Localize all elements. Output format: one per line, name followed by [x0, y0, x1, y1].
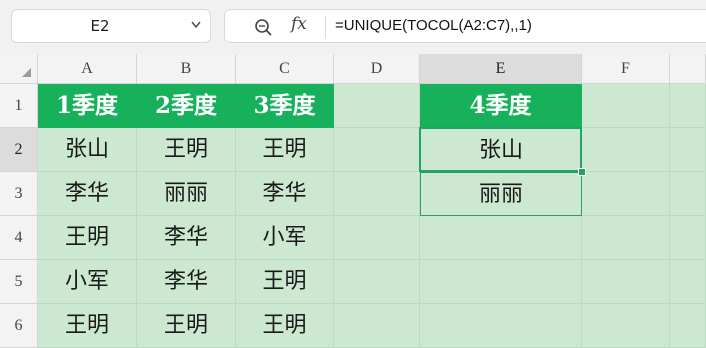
cell-c1[interactable]: 3季度: [236, 84, 334, 128]
cell-b6[interactable]: 王明: [137, 304, 236, 348]
cell-d1[interactable]: [334, 84, 420, 128]
cell-a4[interactable]: 王明: [38, 216, 137, 260]
cell-a6[interactable]: 王明: [38, 304, 137, 348]
column-header-e[interactable]: E: [420, 54, 582, 84]
name-box-cell-ref[interactable]: E2: [12, 10, 188, 42]
cell-f5[interactable]: [582, 260, 670, 304]
cell-b4[interactable]: 李华: [137, 216, 236, 260]
column-header-a[interactable]: A: [38, 54, 137, 84]
cell-c4[interactable]: 小军: [236, 216, 334, 260]
row-header-6[interactable]: 6: [0, 304, 38, 348]
formula-input-box[interactable]: fx =UNIQUE(TOCOL(A2:C7),,1): [224, 9, 706, 43]
cell-f1[interactable]: [582, 84, 670, 128]
fx-icon[interactable]: fx: [291, 14, 307, 34]
cell-e5[interactable]: [420, 260, 582, 304]
chevron-down-icon[interactable]: [190, 18, 202, 32]
cell-b2[interactable]: 王明: [137, 128, 236, 172]
cell-a3[interactable]: 李华: [38, 172, 137, 216]
cell-g4[interactable]: [670, 216, 706, 260]
cell-d6[interactable]: [334, 304, 420, 348]
cell-a5[interactable]: 小军: [38, 260, 137, 304]
cell-g3[interactable]: [670, 172, 706, 216]
cell-d2[interactable]: [334, 128, 420, 172]
cell-b1[interactable]: 2季度: [137, 84, 236, 128]
cell-f2[interactable]: [582, 128, 670, 172]
cell-e6[interactable]: [420, 304, 582, 348]
fill-handle[interactable]: [578, 168, 586, 176]
row-header-5[interactable]: 5: [0, 260, 38, 304]
cell-g1[interactable]: [670, 84, 706, 128]
cell-e4[interactable]: [420, 216, 582, 260]
row-header-4[interactable]: 4: [0, 216, 38, 260]
cell-a1[interactable]: 1季度: [38, 84, 137, 128]
cell-f6[interactable]: [582, 304, 670, 348]
formula-text[interactable]: =UNIQUE(TOCOL(A2:C7),,1): [335, 10, 532, 42]
spreadsheet-grid[interactable]: A B C D E F 1 2 3 4 5 6 1季度 2季度 3季度 4季度 张山 王明 王明 张山 李华 丽丽 李华 丽丽…: [0, 54, 706, 348]
formula-bar: E2 fx =UNIQUE(TOCOL(A2:C7),,1): [0, 0, 706, 54]
cell-e3[interactable]: 丽丽: [420, 172, 582, 216]
cell-a2[interactable]: 张山: [38, 128, 137, 172]
row-header-2[interactable]: 2: [0, 128, 38, 172]
column-header-d[interactable]: D: [334, 54, 420, 84]
cell-c5[interactable]: 王明: [236, 260, 334, 304]
cell-g2[interactable]: [670, 128, 706, 172]
cell-f3[interactable]: [582, 172, 670, 216]
cell-c2[interactable]: 王明: [236, 128, 334, 172]
cell-f4[interactable]: [582, 216, 670, 260]
column-header-f[interactable]: F: [582, 54, 670, 84]
cell-e2[interactable]: 张山: [420, 128, 582, 172]
formula-divider: [325, 16, 326, 38]
cell-d5[interactable]: [334, 260, 420, 304]
cell-d4[interactable]: [334, 216, 420, 260]
select-all-triangle-icon: [22, 68, 31, 77]
cell-c6[interactable]: 王明: [236, 304, 334, 348]
column-header-b[interactable]: B: [137, 54, 236, 84]
cell-e1[interactable]: 4季度: [420, 84, 582, 128]
row-header-1[interactable]: 1: [0, 84, 38, 128]
cell-g6[interactable]: [670, 304, 706, 348]
select-all-corner[interactable]: [0, 54, 38, 84]
column-header-overflow[interactable]: [670, 54, 706, 84]
cell-d3[interactable]: [334, 172, 420, 216]
name-box[interactable]: E2: [11, 9, 211, 43]
cell-g5[interactable]: [670, 260, 706, 304]
row-header-3[interactable]: 3: [0, 172, 38, 216]
cell-c3[interactable]: 李华: [236, 172, 334, 216]
cell-b5[interactable]: 李华: [137, 260, 236, 304]
zoom-icon[interactable]: [253, 17, 273, 37]
cell-b3[interactable]: 丽丽: [137, 172, 236, 216]
column-header-c[interactable]: C: [236, 54, 334, 84]
